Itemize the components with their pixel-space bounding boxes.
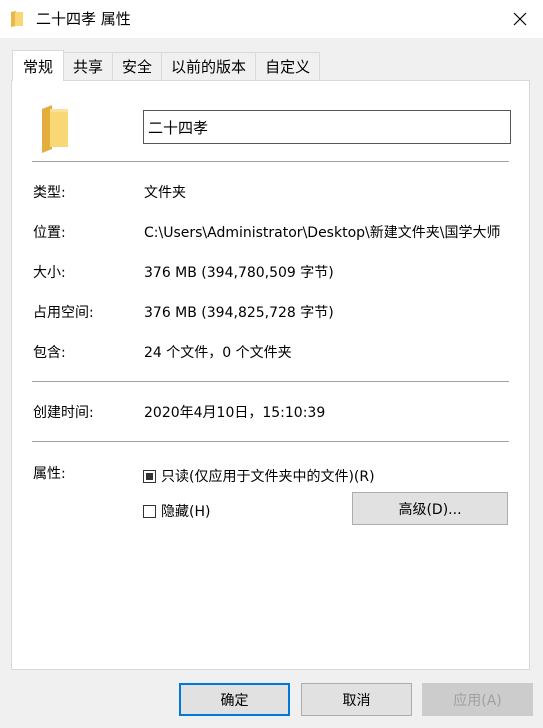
size-label: 大小: [33, 265, 66, 281]
folder-icon [11, 11, 23, 27]
window-title: 二十四孝 属性 [36, 10, 131, 28]
hidden-checkbox[interactable]: 隐藏(H) [143, 501, 210, 521]
readonly-checkbox[interactable]: 只读(仅应用于文件夹中的文件)(R) [143, 466, 375, 486]
tab-security[interactable]: 安全 [112, 52, 163, 80]
tab-general[interactable]: 常规 [12, 50, 65, 81]
tab-sharing[interactable]: 共享 [63, 52, 114, 80]
general-panel: 类型: 文件夹 位置: C:\Users\Administrator\Deskt… [11, 80, 530, 670]
location-label: 位置: [33, 225, 66, 241]
readonly-checkbox-box[interactable] [143, 469, 156, 483]
folder-large-icon [42, 105, 68, 153]
size-value: 376 MB (394,780,509 字节) [144, 265, 334, 281]
attributes-label: 属性: [33, 466, 66, 482]
tab-previous-versions[interactable]: 以前的版本 [161, 52, 257, 80]
location-value: C:\Users\Administrator\Desktop\新建文件夹\国学大… [144, 225, 501, 241]
cancel-button[interactable]: 取消 [301, 683, 412, 716]
hidden-checkbox-box[interactable] [143, 504, 156, 518]
tab-customize[interactable]: 自定义 [255, 52, 321, 80]
hidden-checkbox-label: 隐藏(H) [161, 504, 211, 520]
advanced-button[interactable]: 高级(D)... [352, 492, 508, 525]
separator [32, 161, 509, 162]
type-label: 类型: [33, 185, 66, 201]
separator [32, 381, 509, 382]
close-icon [513, 12, 527, 26]
tab-strip: 常规 共享 安全 以前的版本 自定义 [12, 50, 321, 81]
ok-button[interactable]: 确定 [179, 683, 290, 716]
contains-label: 包含: [33, 345, 66, 361]
created-value: 2020年4月10日，15:10:39 [144, 405, 326, 421]
size-on-disk-label: 占用空间: [33, 305, 94, 321]
folder-name-input[interactable] [143, 110, 511, 144]
type-value: 文件夹 [144, 185, 186, 201]
created-label: 创建时间: [33, 405, 94, 421]
size-on-disk-value: 376 MB (394,825,728 字节) [144, 305, 334, 321]
contains-value: 24 个文件，0 个文件夹 [144, 345, 292, 361]
close-button[interactable] [497, 0, 543, 38]
title-bar: 二十四孝 属性 [0, 0, 543, 38]
apply-button[interactable]: 应用(A) [422, 683, 533, 716]
readonly-checkbox-label: 只读(仅应用于文件夹中的文件)(R) [161, 469, 375, 485]
separator [32, 441, 509, 442]
